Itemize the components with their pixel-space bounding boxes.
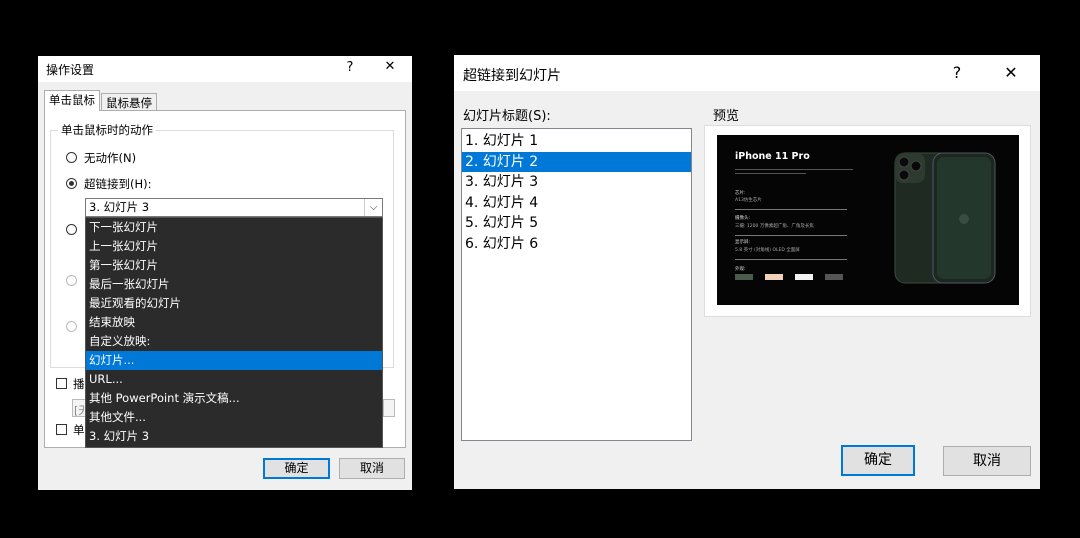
play-sound-label: 播 (73, 377, 85, 391)
color-swatch-midnight-green (735, 274, 753, 280)
slide-title-text: iPhone 11 Pro (735, 151, 810, 162)
radio-hyperlink-label: 超链接到(H): (84, 177, 152, 191)
play-sound-checkbox[interactable] (56, 378, 67, 389)
ok-button[interactable]: 确定 (263, 458, 330, 479)
slide-screen-label: 显示屏: (735, 240, 751, 245)
radio-none[interactable] (66, 152, 77, 163)
slide-title-list[interactable]: 1. 幻灯片 1 2. 幻灯片 2 3. 幻灯片 3 4. 幻灯片 4 5. 幻… (461, 128, 692, 441)
hyperlink-combo-value: 3. 幻灯片 3 (89, 200, 150, 214)
dropdown-item[interactable]: 第一张幻灯片 (86, 256, 382, 275)
list-item[interactable]: 5. 幻灯片 5 (462, 213, 691, 234)
list-item-selected[interactable]: 2. 幻灯片 2 (462, 151, 691, 172)
close-button[interactable]: ✕ (1002, 63, 1020, 82)
radio-run-macro (66, 275, 77, 286)
dropdown-item[interactable]: 其他文件... (86, 408, 382, 427)
divider (735, 235, 847, 236)
title-bar: 操作设置 ? ✕ (38, 56, 412, 82)
radio-none-label: 无动作(N) (84, 151, 137, 165)
tab-mouse-click[interactable]: 单击鼠标 (44, 90, 100, 111)
dropdown-item[interactable]: URL... (86, 370, 382, 389)
slide-camera-label: 摄像头: (735, 216, 751, 221)
radio-run-program[interactable] (66, 224, 77, 235)
group-label: 单击鼠标时的动作 (58, 122, 156, 138)
preview-label: 预览 (713, 109, 740, 124)
dropdown-item[interactable]: 结束放映 (86, 313, 382, 332)
dropdown-item[interactable]: 下一张幻灯片 (86, 218, 382, 237)
color-swatch-silver (795, 274, 813, 280)
dialog-title: 操作设置 (46, 63, 95, 77)
list-item[interactable]: 4. 幻灯片 4 (462, 193, 691, 214)
list-item[interactable]: 6. 幻灯片 6 (462, 234, 691, 255)
color-swatch-gold (765, 274, 783, 280)
dropdown-item[interactable]: 上一张幻灯片 (86, 237, 382, 256)
radio-object-action (66, 321, 77, 332)
cancel-button[interactable]: 取消 (339, 458, 405, 479)
dialog-title: 超链接到幻灯片 (463, 68, 561, 84)
hyperlink-dropdown-list: 下一张幻灯片 上一张幻灯片 第一张幻灯片 最后一张幻灯片 最近观看的幻灯片 结束… (85, 217, 383, 448)
dropdown-item[interactable]: 自定义放映: (86, 332, 382, 351)
color-swatch-space-gray (825, 274, 843, 280)
slide-chip-value: A13仿生芯片 (735, 198, 762, 203)
dropdown-item-selected[interactable]: 幻灯片... (86, 351, 382, 370)
radio-hyperlink[interactable] (66, 178, 77, 189)
help-button[interactable]: ? (343, 60, 357, 75)
title-bar: 超链接到幻灯片 ? ✕ (454, 55, 1040, 91)
ok-button[interactable]: 确定 (841, 445, 915, 476)
slide-color-label: 外观: (735, 267, 746, 272)
sound-combo-value: [无 (74, 404, 84, 417)
list-item[interactable]: 3. 幻灯片 3 (462, 172, 691, 193)
sound-combo-arrow[interactable] (383, 399, 395, 417)
dropdown-item[interactable]: 最后一张幻灯片 (86, 275, 382, 294)
close-button[interactable]: ✕ (382, 59, 398, 74)
highlight-click-label: 单 (73, 423, 85, 437)
chevron-down-icon[interactable]: ⌵ (364, 199, 382, 216)
help-button[interactable]: ? (950, 63, 964, 82)
slide-screen-value: 5.8 英寸 (对角线) OLED 全面屏 (735, 248, 800, 253)
action-settings-dialog: 操作设置 ? ✕ 单击鼠标 鼠标悬停 单击鼠标时的动作 无动作(N) 超链接到(… (38, 56, 412, 490)
slide-list-label: 幻灯片标题(S): (463, 109, 551, 124)
slide-chip-label: 芯片: (735, 191, 746, 196)
slide-camera-value: 三摄: 1200 万像素超广角、广角及长焦 (735, 224, 814, 229)
divider (735, 259, 847, 260)
tab-mouse-over[interactable]: 鼠标悬停 (101, 93, 157, 111)
slide-thumbnail: iPhone 11 Pro 芯片: A13仿生芯片 摄像头: 三摄: 1200 … (717, 135, 1019, 305)
dropdown-item[interactable]: 最近观看的幻灯片 (86, 294, 382, 313)
divider (735, 209, 847, 210)
hyperlink-to-slide-dialog: 超链接到幻灯片 ? ✕ 幻灯片标题(S): 预览 1. 幻灯片 1 2. 幻灯片… (454, 55, 1040, 489)
list-item[interactable]: 1. 幻灯片 1 (462, 131, 691, 152)
dropdown-item[interactable]: 其他 PowerPoint 演示文稿... (86, 389, 382, 408)
iphone-image (894, 152, 996, 284)
hyperlink-combo[interactable]: 3. 幻灯片 3 ⌵ (85, 198, 383, 217)
highlight-click-checkbox[interactable] (56, 424, 67, 435)
slide-subtitle-lines (735, 167, 853, 176)
dropdown-item[interactable]: 3. 幻灯片 3 (86, 427, 382, 446)
cancel-button[interactable]: 取消 (943, 446, 1031, 476)
slide-preview-frame: iPhone 11 Pro 芯片: A13仿生芯片 摄像头: 三摄: 1200 … (704, 125, 1031, 317)
